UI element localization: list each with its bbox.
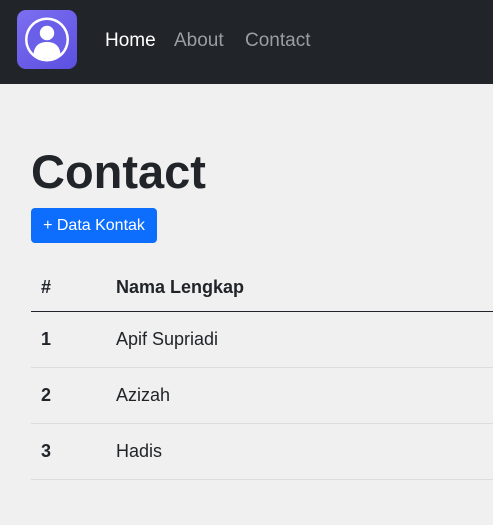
row-name: Apif Supriadi [116,311,493,368]
nav-link-about[interactable]: About [174,29,224,53]
nav-link-home[interactable]: Home [105,29,156,53]
navbar: Home About Contact [0,0,493,84]
row-number: 2 [31,367,116,424]
table-row: 1 Apif Supriadi [31,311,493,368]
table-row: 2 Azizah [31,367,493,424]
row-name: Hadis [116,423,493,480]
brand-logo[interactable] [17,10,77,69]
row-number: 1 [31,311,116,368]
column-header-number: # [31,264,116,312]
add-contact-button[interactable]: + Data Kontak [31,208,157,243]
table-row: 3 Hadis [31,423,493,480]
column-header-full-name: Nama Lengkap [116,264,493,312]
page-title: Contact [31,145,206,198]
row-name: Azizah [116,367,493,424]
user-avatar-icon [25,17,69,62]
table-header-row: # Nama Lengkap [31,264,493,312]
contact-table: # Nama Lengkap 1 Apif Supriadi 2 Azizah … [31,264,493,480]
row-number: 3 [31,423,116,480]
nav-link-contact[interactable]: Contact [245,29,310,53]
